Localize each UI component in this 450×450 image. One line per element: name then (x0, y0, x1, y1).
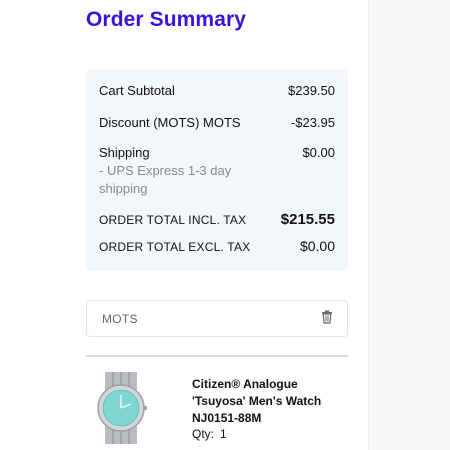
subtotal-label: Cart Subtotal (99, 83, 175, 98)
total-incl-row: ORDER TOTAL INCL. TAX $215.55 (99, 211, 335, 228)
product-qty: Qty: 1 (192, 427, 233, 441)
discount-value: -$23.95 (290, 115, 335, 130)
product-name[interactable]: Citizen® Analogue 'Tsuyosa' Men's Watch … (192, 376, 342, 427)
qty-value: 1 (220, 427, 227, 441)
page-title: Order Summary (86, 8, 247, 31)
total-incl-value: $215.55 (280, 211, 335, 228)
coupon-code: MOTS (102, 312, 138, 326)
subtotal-value: $239.50 (288, 83, 335, 98)
discount-label: Discount (MOTS) MOTS (99, 115, 241, 130)
trash-icon[interactable] (321, 310, 333, 324)
shipping-value: $0.00 (302, 145, 335, 160)
shipping-label: Shipping (99, 145, 150, 160)
applied-coupon: MOTS (86, 300, 348, 337)
subtotal-row: Cart Subtotal $239.50 (99, 83, 335, 98)
shipping-method: - UPS Express 1-3 day shipping (99, 163, 232, 196)
section-divider (86, 355, 348, 357)
order-summary-page: Order Summary Cart Subtotal $239.50 Disc… (0, 0, 450, 450)
total-excl-row: ORDER TOTAL EXCL. TAX $0.00 (99, 238, 335, 254)
total-incl-label: ORDER TOTAL INCL. TAX (99, 213, 247, 227)
right-gutter (368, 0, 450, 450)
totals-box: Cart Subtotal $239.50 Discount (MOTS) MO… (86, 69, 348, 271)
qty-label: Qty: (192, 427, 215, 441)
total-excl-label: ORDER TOTAL EXCL. TAX (99, 240, 251, 254)
shipping-row: Shipping $0.00 (99, 145, 335, 160)
total-excl-value: $0.00 (299, 238, 335, 254)
discount-row: Discount (MOTS) MOTS -$23.95 (99, 115, 335, 130)
watch-image[interactable] (88, 372, 154, 444)
